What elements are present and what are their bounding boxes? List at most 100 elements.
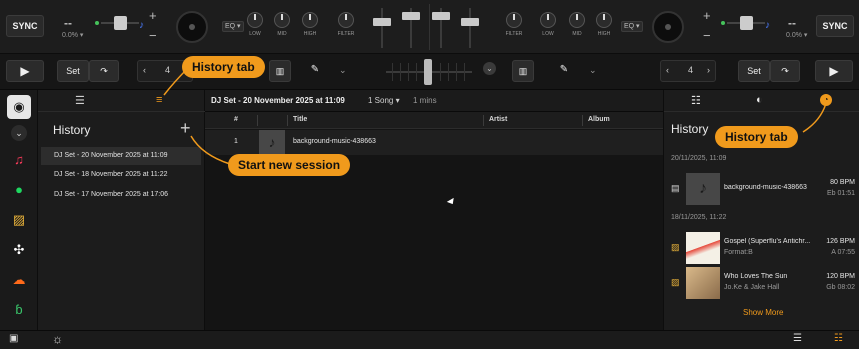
left-play-button[interactable]: ▶ <box>6 60 44 82</box>
left-bpm-display: -- <box>64 16 72 30</box>
crossfader[interactable] <box>386 59 472 85</box>
history-tab-icon[interactable]: ◔ <box>820 94 832 106</box>
file-icon: ▤ <box>671 183 680 193</box>
session-item[interactable]: DJ Set - 20 November 2025 at 11:09 <box>41 147 201 165</box>
left-knob-high[interactable]: HIGH <box>299 12 321 37</box>
right-panel-tabs: ☷ ◐ ◔ <box>664 90 859 112</box>
loop-prev-icon[interactable]: ‹ <box>143 65 146 75</box>
left-piano-icon[interactable]: ▥ <box>269 60 291 82</box>
right-loop-value: 4 <box>688 65 694 75</box>
right-pen-icon[interactable]: ✎ <box>551 60 577 82</box>
list-header: DJ Set - 20 November 2025 at 11:09 1 Son… <box>205 90 663 112</box>
track-key-time: Eb 01:51 <box>826 190 855 197</box>
track-title: background-music-438663 <box>724 184 807 191</box>
right-pitch-plus[interactable]: + <box>703 8 711 23</box>
col-num[interactable]: # <box>234 116 238 123</box>
right-loop-box[interactable]: ‹ 4 › <box>660 60 716 82</box>
right-knob-high[interactable]: HIGH <box>593 12 615 37</box>
left-knob-mid[interactable]: MID <box>271 12 293 37</box>
session-item[interactable]: DJ Set - 18 November 2025 at 11:22 <box>41 166 201 184</box>
deck-bar: SYNC -- 0.0% ▾ ♪ + − EQ ▾ LOW MID HIGH F… <box>0 0 859 54</box>
left-channel-fader[interactable] <box>372 8 392 48</box>
right-eq-select[interactable]: EQ ▾ <box>621 21 643 32</box>
spotify-icon[interactable]: ● <box>7 178 31 202</box>
column-header: # Title Artist Album <box>205 112 663 129</box>
tidal-icon[interactable]: ✣ <box>7 238 31 262</box>
track-bpm: 120 BPM <box>826 273 855 280</box>
beatport-icon: ▨ <box>671 277 680 287</box>
right-chevron-down-icon[interactable]: ⌄ <box>589 65 597 76</box>
left-gain-fader[interactable] <box>401 8 421 48</box>
left-knob-low[interactable]: LOW <box>244 12 266 37</box>
left-pitch-range[interactable]: 0.0% ▾ <box>62 31 83 39</box>
right-play-button[interactable]: ▶ <box>815 60 853 82</box>
right-knob-filter[interactable]: FILTER <box>503 12 525 37</box>
history-date: 18/11/2025, 11:22 <box>671 214 727 221</box>
right-redo-icon[interactable]: ↷ <box>770 60 800 82</box>
crossfader-menu-icon[interactable]: ⌄ <box>483 62 496 75</box>
track-key-time: Gb 08:02 <box>826 284 855 291</box>
history-tab-icon[interactable]: ≡ <box>156 94 162 106</box>
vinyl-tab-icon[interactable]: ◐ <box>756 94 763 106</box>
brightness-icon[interactable]: ☼ <box>52 332 63 346</box>
right-piano-icon[interactable]: ▥ <box>512 60 534 82</box>
queue-icon[interactable]: ☰ <box>793 333 802 344</box>
left-chevron-down-icon[interactable]: ⌄ <box>339 65 347 76</box>
list-view-icon[interactable]: ☷ <box>834 333 843 344</box>
right-key-lock-icon[interactable]: ♪ <box>765 20 770 31</box>
sidebar-tabs: ☰ ≡ <box>38 90 205 112</box>
soundcloud-icon[interactable]: ☁ <box>7 268 31 292</box>
playlist-tab-icon[interactable]: ☰ <box>75 94 85 107</box>
mixer-divider <box>429 4 430 50</box>
list-item[interactable]: ▨ Who Loves The Sun Jo.Ke & Jake Hall 12… <box>664 266 859 300</box>
left-pitch-minus[interactable]: − <box>149 28 157 43</box>
left-eq-select[interactable]: EQ ▾ <box>222 21 244 32</box>
album-cover <box>686 232 720 264</box>
left-jog-wheel[interactable] <box>176 11 208 43</box>
col-album[interactable]: Album <box>588 116 610 123</box>
col-artist[interactable]: Artist <box>489 116 507 123</box>
right-pitch-minus[interactable]: − <box>703 28 711 43</box>
left-key-lock-icon[interactable]: ♪ <box>139 20 144 31</box>
expand-chevron-icon[interactable]: ⌄ <box>11 125 27 141</box>
plus-icon[interactable]: + <box>180 119 191 137</box>
table-row[interactable]: 1 ♪ background-music-438663 <box>205 130 663 155</box>
loop-next-icon[interactable]: › <box>707 65 710 75</box>
left-pitch-plus[interactable]: + <box>149 8 157 23</box>
list-item[interactable]: ▨ Gospel (Superflu's Antichr... Format:B… <box>664 231 859 265</box>
left-redo-icon[interactable]: ↷ <box>89 60 119 82</box>
history-date: 20/11/2025, 11:09 <box>671 155 727 162</box>
right-knob-mid[interactable]: MID <box>566 12 588 37</box>
right-pitch-range[interactable]: 0.0% ▾ <box>786 31 807 39</box>
right-sync-button[interactable]: SYNC <box>816 15 854 37</box>
left-knob-filter[interactable]: FILTER <box>335 12 357 37</box>
local-music-icon[interactable]: ◉ <box>7 95 31 119</box>
show-more-link[interactable]: Show More <box>743 308 783 317</box>
left-sync-button[interactable]: SYNC <box>6 15 44 37</box>
right-jog-wheel[interactable] <box>652 11 684 43</box>
left-pitch-fader[interactable] <box>101 16 139 30</box>
beatsource-icon[interactable]: ɓ <box>7 298 31 322</box>
beatport-icon[interactable]: ▨ <box>7 208 31 232</box>
track-bpm: 126 BPM <box>826 238 855 245</box>
history-sidebar: ☰ ≡ History + DJ Set - 20 November 2025 … <box>38 90 205 330</box>
song-count-dropdown[interactable]: 1 Song ▾ <box>368 96 400 105</box>
list-item[interactable]: ▤ ♪ background-music-438663 80 BPM Eb 01… <box>664 172 859 206</box>
right-pitch-fader[interactable] <box>727 16 765 30</box>
track-key-time: A 07:55 <box>831 249 855 256</box>
callout-start-new-session: Start new session <box>228 154 351 176</box>
right-knob-low[interactable]: LOW <box>537 12 559 37</box>
record-icon[interactable]: ▣ <box>9 333 18 344</box>
left-pen-icon[interactable]: ✎ <box>302 60 328 82</box>
right-channel-fader[interactable] <box>460 8 480 48</box>
col-title[interactable]: Title <box>293 116 307 123</box>
apple-music-icon[interactable]: ♫ <box>7 148 31 172</box>
right-gain-fader[interactable] <box>431 8 451 48</box>
loop-prev-icon[interactable]: ‹ <box>666 65 669 75</box>
list-tab-icon[interactable]: ☷ <box>691 94 701 107</box>
music-note-icon: ♪ <box>259 130 285 154</box>
session-item[interactable]: DJ Set - 17 November 2025 at 17:06 <box>41 186 201 204</box>
left-set-button[interactable]: Set <box>57 60 89 82</box>
track-artist: Format:B <box>724 249 753 256</box>
right-set-button[interactable]: Set <box>738 60 770 82</box>
